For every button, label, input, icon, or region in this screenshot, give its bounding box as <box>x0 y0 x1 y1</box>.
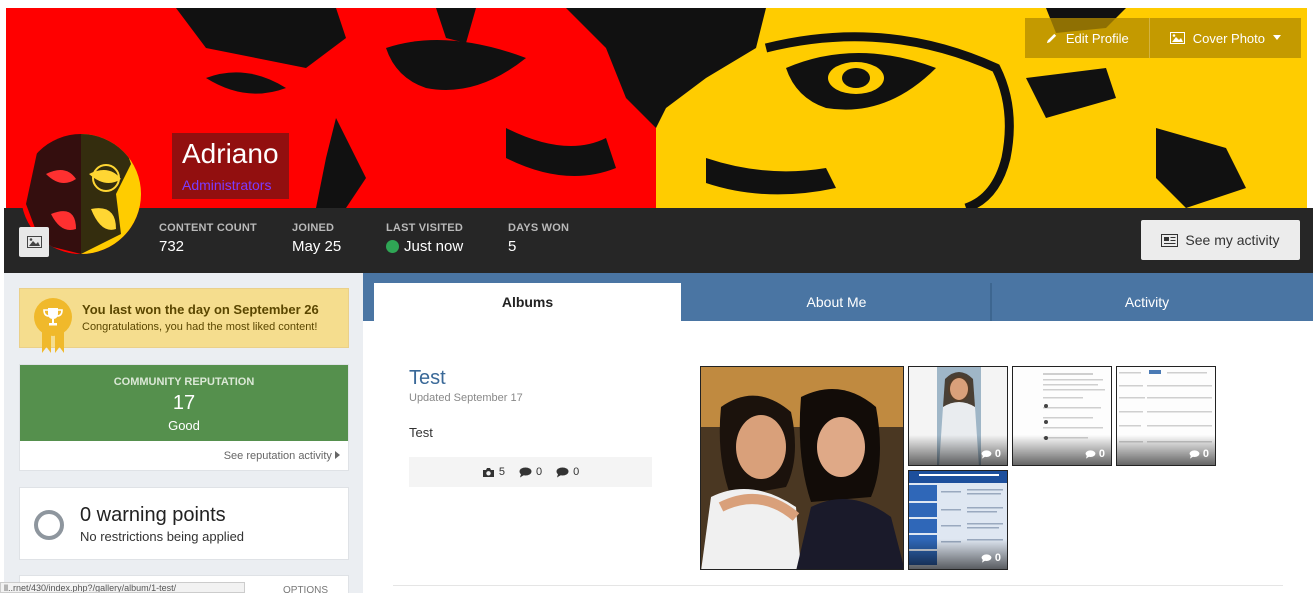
album-thumbnail[interactable]: 0 <box>908 366 1008 466</box>
album-thumbnail[interactable]: 0 <box>1116 366 1216 466</box>
day-won-title: You last won the day on September 26 <box>82 302 319 317</box>
change-photo-button[interactable] <box>19 227 49 257</box>
see-my-activity-button[interactable]: See my activity <box>1141 220 1300 260</box>
stat-joined: JOINED May 25 <box>292 222 341 255</box>
image-icon <box>26 236 42 248</box>
day-won-subtitle: Congratulations, you had the most liked … <box>82 321 318 333</box>
stat-value-text: 732 <box>159 238 185 255</box>
stat-value: Just now <box>386 238 463 255</box>
edit-profile-label: Edit Profile <box>1065 30 1129 46</box>
reputation-text: Good <box>168 418 200 433</box>
reputation-label: COMMUNITY REPUTATION <box>113 376 255 388</box>
pencil-icon <box>1046 33 1057 43</box>
tab-label: Activity <box>1124 294 1170 310</box>
album-stats: 5 0 0 <box>409 457 652 487</box>
stat-value-text: Just now <box>404 238 464 255</box>
comment-icon <box>556 467 569 477</box>
newspaper-icon <box>1161 233 1179 247</box>
comments-count-value: 0 <box>535 466 543 478</box>
stat-label: LAST VISITED <box>386 222 463 234</box>
album-thumbnail[interactable]: 0 <box>1012 366 1112 466</box>
stat-content-count: CONTENT COUNT 732 <box>159 222 257 255</box>
thumbnail-comments: 0 <box>981 552 1001 564</box>
stat-days-won: DAYS WON 5 <box>508 222 569 255</box>
warning-widget: 0 warning points No restrictions being a… <box>19 487 349 560</box>
profile-group[interactable]: Administrators <box>182 177 279 193</box>
tab-label: Albums <box>501 294 554 310</box>
album-title-link[interactable]: Test <box>409 367 446 390</box>
comment-icon <box>981 449 992 459</box>
thumbnail-comments-value: 0 <box>1202 448 1209 460</box>
reviews-count: 0 <box>556 466 579 478</box>
stat-value: 732 <box>159 238 257 255</box>
caret-down-icon <box>1273 35 1281 40</box>
cover-actions: Edit Profile Cover Photo <box>1024 18 1301 58</box>
stat-value: May 25 <box>292 238 341 255</box>
reputation-value: 17 <box>172 392 196 414</box>
tab-about-me[interactable]: About Me <box>683 283 990 321</box>
image-icon <box>1169 32 1185 44</box>
profile-page: Edit Profile Cover Photo Adriano Adminis… <box>0 0 1313 593</box>
stat-value-text: May 25 <box>292 238 342 255</box>
thumbnail-comments-value: 0 <box>994 448 1001 460</box>
album-thumbnail[interactable]: 0 <box>908 470 1008 570</box>
reputation-widget: COMMUNITY REPUTATION 17 Good See reputat… <box>19 364 349 471</box>
stat-value-text: 5 <box>508 238 517 255</box>
comment-icon <box>981 553 992 563</box>
stat-label: JOINED <box>292 222 335 234</box>
options-label: OPTIONS <box>283 585 329 593</box>
thumbnail-comments: 0 <box>1085 448 1105 460</box>
edit-profile-button[interactable]: Edit Profile <box>1024 18 1149 58</box>
stat-value: 5 <box>508 238 569 255</box>
thumbnail-comments: 0 <box>981 448 1001 460</box>
album-thumbnail-main[interactable] <box>700 366 904 570</box>
album-divider <box>393 585 1283 586</box>
comment-icon <box>519 467 532 477</box>
tab-activity[interactable]: Activity <box>992 283 1302 321</box>
warning-ring-icon <box>34 510 64 540</box>
caret-right-icon <box>335 451 340 459</box>
profile-name-box: Adriano Administrators <box>172 133 289 199</box>
cover-photo-label: Cover Photo <box>1192 30 1265 46</box>
see-my-activity-label: See my activity <box>1185 232 1280 248</box>
reviews-count-value: 0 <box>573 466 580 478</box>
thumbnail-comments: 0 <box>1189 448 1209 460</box>
see-reputation-activity-label: See reputation activity <box>223 450 332 462</box>
camera-icon <box>482 467 494 477</box>
thumbnail-comments-value: 0 <box>1098 448 1105 460</box>
tab-albums[interactable]: Albums <box>374 283 681 321</box>
stat-label: CONTENT COUNT <box>159 222 257 234</box>
warning-restrictions: No restrictions being applied <box>80 529 245 544</box>
reputation-summary: COMMUNITY REPUTATION 17 Good <box>20 365 348 441</box>
cover-photo-button[interactable]: Cover Photo <box>1148 18 1301 58</box>
album-updated: Updated September 17 <box>409 392 523 404</box>
day-won-widget: You last won the day on September 26 Con… <box>19 288 349 353</box>
ribbon-icon <box>42 329 64 353</box>
see-reputation-activity-link[interactable]: See reputation activity <box>20 441 348 462</box>
stat-last-visited: LAST VISITED Just now <box>386 222 463 255</box>
options-menu-link[interactable]: OPTIONS <box>283 585 328 593</box>
album-description: Test <box>409 425 433 440</box>
stat-label: DAYS WON <box>508 222 570 234</box>
profile-name: Adriano <box>182 138 279 169</box>
album-photo <box>701 367 903 569</box>
tab-label: About Me <box>806 294 867 310</box>
images-count: 5 <box>482 466 505 478</box>
warning-points: 0 warning points <box>80 504 226 526</box>
comments-count: 0 <box>519 466 542 478</box>
online-status-icon <box>386 240 399 253</box>
browser-status-url: ll..rnet/430/index.php?/gallery/album/1-… <box>0 582 245 593</box>
comment-icon <box>1085 449 1096 459</box>
comment-icon <box>1189 449 1200 459</box>
thumbnail-comments-value: 0 <box>994 552 1001 564</box>
images-count-value: 5 <box>498 466 505 478</box>
